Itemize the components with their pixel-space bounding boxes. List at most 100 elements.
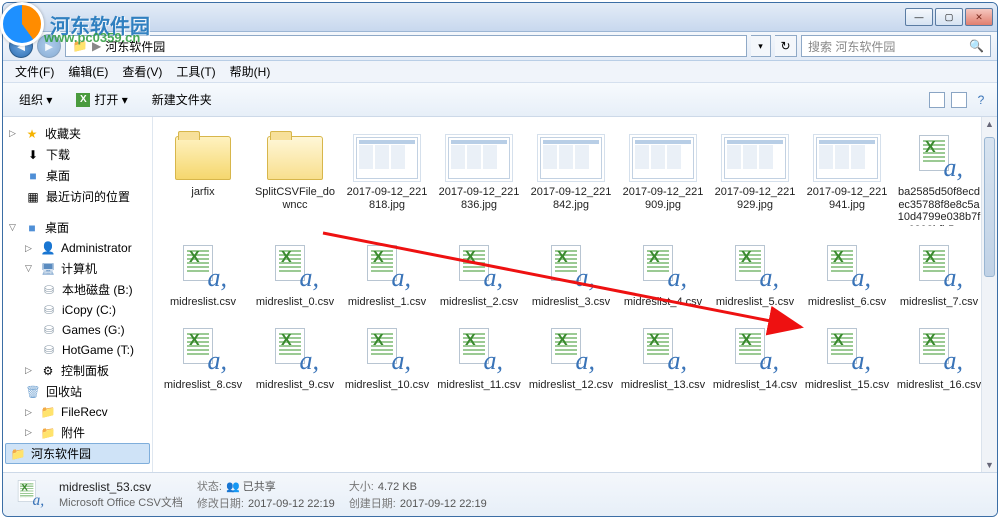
file-csv[interactable]: Xamidreslist_15.csv — [801, 318, 893, 397]
control-panel-icon: ⚙ — [40, 363, 56, 379]
file-csv[interactable]: Xamidreslist_2.csv — [433, 235, 525, 314]
file-thumb — [813, 130, 881, 186]
file-image[interactable]: 2017-09-12_221929.jpg — [709, 125, 801, 231]
sidebar-drive-b[interactable]: ⛁本地磁盘 (B:) — [3, 279, 152, 300]
sidebar-computer[interactable]: ▽🖥计算机 — [3, 258, 152, 279]
view-mode-button[interactable] — [929, 92, 945, 108]
forward-button[interactable]: ► — [37, 34, 61, 58]
file-folder[interactable]: SplitCSVFile_downcc — [249, 125, 341, 231]
sidebar-drive-b-label: 本地磁盘 (B:) — [62, 281, 133, 298]
drive-icon: ⛁ — [41, 342, 57, 358]
file-label: midreslist_14.csv — [713, 379, 797, 392]
file-csv[interactable]: Xamidreslist_3.csv — [525, 235, 617, 314]
file-folder[interactable]: jarfix — [157, 125, 249, 231]
maximize-button[interactable]: ▢ — [935, 8, 963, 26]
file-csv[interactable]: Xamidreslist_14.csv — [709, 318, 801, 397]
open-button[interactable]: X 打开 ▾ — [68, 87, 135, 112]
drive-icon: ⛁ — [41, 302, 57, 318]
file-csv[interactable]: Xamidreslist_1.csv — [341, 235, 433, 314]
desktop-icon: ■ — [25, 168, 41, 184]
file-thumb: Xa — [261, 323, 329, 379]
search-placeholder: 搜索 河东软件园 — [808, 38, 895, 55]
menu-file[interactable]: 文件(F) — [9, 61, 60, 82]
sidebar-ctrlpanel[interactable]: ▷⚙控制面板 — [3, 360, 152, 381]
file-csv[interactable]: Xamidreslist_5.csv — [709, 235, 801, 314]
file-csv[interactable]: Xamidreslist_9.csv — [249, 318, 341, 397]
status-file-icon: Xa — [13, 479, 45, 511]
file-label: midreslist_0.csv — [256, 296, 334, 309]
file-csv[interactable]: Xamidreslist_7.csv — [893, 235, 985, 314]
file-thumb — [629, 130, 697, 186]
sidebar-desktop2[interactable]: ▽■桌面 — [3, 217, 152, 238]
file-csv[interactable]: Xamidreslist_12.csv — [525, 318, 617, 397]
menu-view[interactable]: 查看(V) — [116, 61, 168, 82]
address-dropdown[interactable]: ▾ — [751, 35, 771, 57]
sidebar-downloads[interactable]: ⬇下载 — [3, 144, 152, 165]
file-csv[interactable]: Xamidreslist_4.csv — [617, 235, 709, 314]
file-csv[interactable]: Xamidreslist_13.csv — [617, 318, 709, 397]
refresh-button[interactable]: ↻ — [775, 35, 797, 57]
file-image[interactable]: Xaba2585d50f8ecdec35788f8e8c5a10d4799e03… — [893, 125, 985, 231]
file-csv[interactable]: Xamidreslist_0.csv — [249, 235, 341, 314]
menu-help[interactable]: 帮助(H) — [224, 61, 277, 82]
sidebar-desktop[interactable]: ■桌面 — [3, 165, 152, 186]
preview-pane-button[interactable] — [951, 92, 967, 108]
sidebar-current[interactable]: 📁河东软件园 — [5, 443, 150, 464]
search-input[interactable]: 搜索 河东软件园 🔍 — [801, 35, 991, 57]
sidebar-attach[interactable]: ▷📁附件 — [3, 422, 152, 443]
file-thumb: Xa — [445, 323, 513, 379]
file-csv[interactable]: Xamidreslist_10.csv — [341, 318, 433, 397]
file-thumb: Xa — [905, 130, 973, 186]
menu-tools[interactable]: 工具(T) — [170, 61, 221, 82]
breadcrumb-current[interactable]: 河东软件园 — [105, 38, 165, 55]
file-thumb — [445, 130, 513, 186]
file-csv[interactable]: Xamidreslist_8.csv — [157, 318, 249, 397]
sidebar-filerecv[interactable]: ▷📁FileRecv — [3, 402, 152, 422]
recycle-icon: 🗑 — [25, 384, 41, 400]
status-filetype: Microsoft Office CSV文档 — [59, 494, 183, 510]
file-csv[interactable]: Xamidreslist_6.csv — [801, 235, 893, 314]
file-csv[interactable]: Xamidreslist_16.csv — [893, 318, 985, 397]
file-label: midreslist_9.csv — [256, 379, 334, 392]
sidebar-favorites[interactable]: ▷★收藏夹 — [3, 123, 152, 144]
file-csv[interactable]: Xamidreslist_11.csv — [433, 318, 525, 397]
scroll-down-icon[interactable]: ▼ — [982, 460, 997, 470]
close-button[interactable]: ✕ — [965, 8, 993, 26]
back-button[interactable]: ◄ — [9, 34, 33, 58]
sidebar-admin[interactable]: ▷👤Administrator — [3, 238, 152, 258]
status-bar: Xa midreslist_53.csv Microsoft Office CS… — [3, 472, 997, 516]
help-icon[interactable]: ? — [973, 92, 989, 108]
scrollbar-thumb[interactable] — [984, 137, 995, 277]
vertical-scrollbar[interactable]: ▲ ▼ — [981, 117, 997, 472]
open-label: 打开 ▾ — [94, 91, 127, 108]
status-state-label: 状态: — [197, 481, 222, 493]
file-image[interactable]: 2017-09-12_221842.jpg — [525, 125, 617, 231]
titlebar[interactable]: — ▢ ✕ — [3, 3, 997, 31]
file-image[interactable]: 2017-09-12_221836.jpg — [433, 125, 525, 231]
file-image[interactable]: 2017-09-12_221818.jpg — [341, 125, 433, 231]
minimize-button[interactable]: — — [905, 8, 933, 26]
file-image[interactable]: 2017-09-12_221941.jpg — [801, 125, 893, 231]
search-icon[interactable]: 🔍 — [969, 39, 984, 53]
address-bar[interactable]: 📁 ▶ 河东软件园 — [65, 35, 747, 57]
organize-button[interactable]: 组织 ▾ — [11, 87, 60, 112]
status-mdate-value: 2017-09-12 22:19 — [248, 498, 335, 510]
desktop-icon: ■ — [24, 220, 40, 236]
sidebar-recycle[interactable]: 🗑回收站 — [3, 381, 152, 402]
file-image[interactable]: 2017-09-12_221909.jpg — [617, 125, 709, 231]
computer-icon: 🖥 — [40, 261, 56, 277]
sidebar-drive-c[interactable]: ⛁iCopy (C:) — [3, 300, 152, 320]
sidebar-recent[interactable]: ▦最近访问的位置 — [3, 186, 152, 207]
sidebar-attach-label: 附件 — [61, 424, 85, 441]
status-state-value: 已共享 — [243, 481, 276, 493]
file-csv[interactable]: Xamidreslist.csv — [157, 235, 249, 314]
file-pane[interactable]: jarfixSplitCSVFile_downcc2017-09-12_2218… — [153, 117, 997, 472]
file-thumb — [537, 130, 605, 186]
new-folder-button[interactable]: 新建文件夹 — [144, 87, 220, 112]
sidebar-filerecv-label: FileRecv — [61, 405, 108, 419]
sidebar-drive-g[interactable]: ⛁Games (G:) — [3, 320, 152, 340]
file-label: 2017-09-12_221941.jpg — [804, 186, 890, 211]
scroll-up-icon[interactable]: ▲ — [982, 119, 997, 129]
menu-edit[interactable]: 编辑(E) — [62, 61, 114, 82]
sidebar-drive-t[interactable]: ⛁HotGame (T:) — [3, 340, 152, 360]
